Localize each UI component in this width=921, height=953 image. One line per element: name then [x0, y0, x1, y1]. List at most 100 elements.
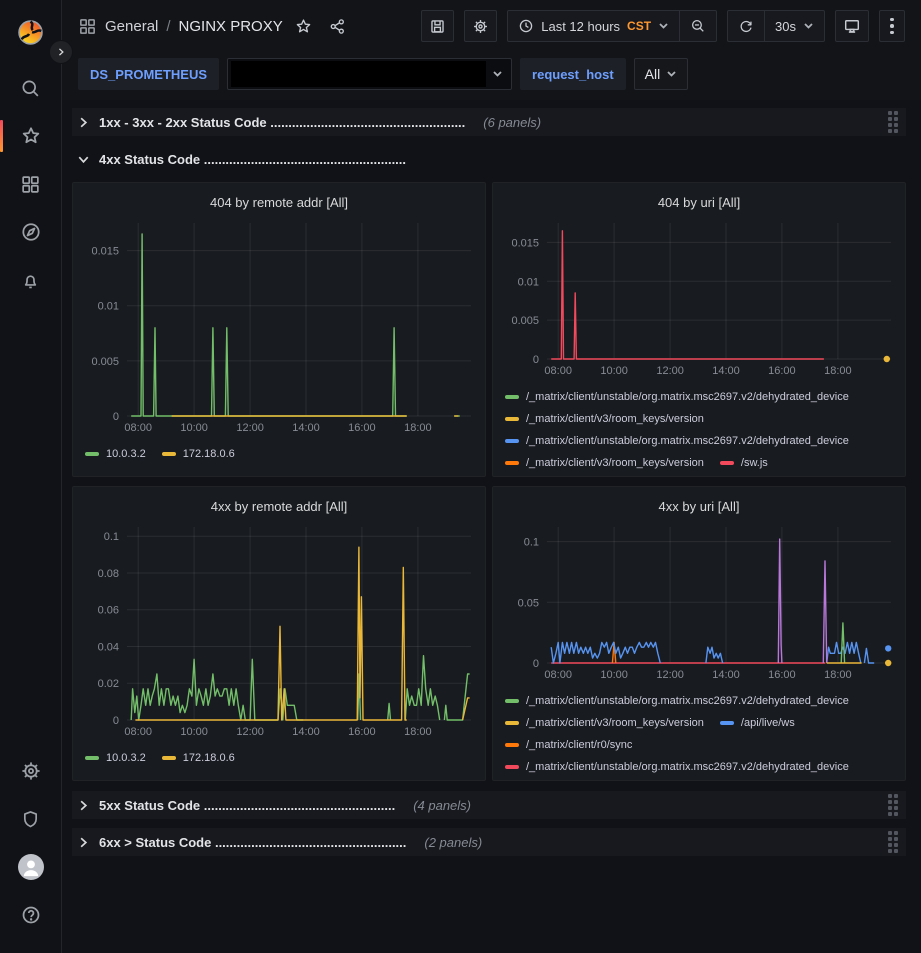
share-button[interactable]: [325, 13, 351, 39]
breadcrumb-section[interactable]: General: [105, 18, 158, 35]
legend-swatch: [505, 395, 519, 399]
row-drag-handle[interactable]: [888, 794, 898, 816]
variable-value-request-host: All: [645, 66, 661, 82]
sidebar-item-search[interactable]: [11, 68, 51, 108]
grafana-logo[interactable]: [11, 12, 51, 52]
row-title: 6xx > Status Code ......................…: [99, 835, 406, 850]
grafana-logo-icon: [17, 19, 44, 46]
legend-label: /sw.js: [741, 457, 768, 469]
legend-item[interactable]: 10.0.3.2: [85, 443, 146, 465]
legend-item[interactable]: /_matrix/client/unstable/org.matrix.msc2…: [505, 386, 849, 408]
sidebar-item-starred[interactable]: [11, 116, 51, 156]
row-drag-handle[interactable]: [888, 831, 898, 853]
panel-4xx-by-remote-addr: 4xx by remote addr [All] 08:0010:0012:00…: [72, 486, 486, 781]
save-dashboard-button[interactable]: [421, 10, 454, 42]
svg-text:10:00: 10:00: [600, 365, 628, 377]
svg-text:16:00: 16:00: [348, 422, 376, 434]
row-panel-count: (4 panels): [413, 798, 471, 813]
refresh-icon: [738, 18, 754, 34]
help-icon: [20, 904, 42, 926]
legend-item[interactable]: /_matrix/client/v3/room_keys/version: [505, 712, 704, 734]
sidebar-item-server-admin[interactable]: [11, 799, 51, 839]
legend-item[interactable]: 172.18.0.6: [162, 443, 235, 465]
sidebar-item-profile[interactable]: [11, 847, 51, 887]
time-range-picker[interactable]: Last 12 hours CST: [508, 11, 679, 41]
legend-item[interactable]: /api/live/ws: [720, 712, 795, 734]
sidebar-item-dashboards[interactable]: [11, 164, 51, 204]
row-header-1xx-3xx-2xx[interactable]: 1xx - 3xx - 2xx Status Code ............…: [72, 108, 906, 136]
sidebar-expand-button[interactable]: [49, 40, 73, 64]
row-header-6xx[interactable]: 6xx > Status Code ......................…: [72, 828, 906, 856]
apps-grid-icon: [78, 17, 97, 36]
grafana-app: General / NGINX PROXY: [0, 0, 921, 953]
svg-text:12:00: 12:00: [236, 726, 264, 738]
row-header-5xx[interactable]: 5xx Status Code ........................…: [72, 791, 906, 819]
timeseries-plot[interactable]: 08:0010:0012:0014:0016:0018:0000.020.040…: [81, 519, 479, 740]
more-options-button[interactable]: [879, 10, 905, 42]
svg-text:0: 0: [113, 411, 119, 423]
chevron-down-icon: [76, 152, 91, 167]
variable-label-ds-prometheus[interactable]: DS_PROMETHEUS: [78, 58, 219, 90]
sidebar-item-alerting[interactable]: [11, 260, 51, 300]
svg-text:16:00: 16:00: [768, 669, 796, 681]
legend-swatch: [505, 417, 519, 421]
timeseries-plot[interactable]: 08:0010:0012:0014:0016:0018:0000.0050.01…: [81, 215, 479, 436]
legend-item[interactable]: /_matrix/client/unstable/org.matrix.msc2…: [505, 690, 849, 712]
svg-text:10:00: 10:00: [180, 422, 208, 434]
gear-icon: [20, 760, 42, 782]
svg-text:14:00: 14:00: [712, 365, 740, 377]
svg-text:0.015: 0.015: [91, 246, 119, 258]
favorite-star-button[interactable]: [291, 13, 317, 39]
legend-swatch: [720, 721, 734, 725]
legend-item[interactable]: /_matrix/client/v3/room_keys/version: [505, 408, 704, 430]
legend-label: /_matrix/client/r0/sync: [526, 739, 632, 751]
sidebar-item-help[interactable]: [11, 895, 51, 935]
row-header-4xx[interactable]: 4xx Status Code ........................…: [72, 145, 906, 173]
panel-title[interactable]: 404 by uri [All]: [501, 189, 897, 215]
row-title: 4xx Status Code ........................…: [99, 152, 406, 167]
svg-text:0.01: 0.01: [518, 276, 539, 288]
variable-label-request-host[interactable]: request_host: [520, 58, 626, 90]
timeseries-plot[interactable]: 08:0010:0012:0014:0016:0018:0000.0050.01…: [501, 215, 899, 379]
monitor-icon: [843, 17, 861, 35]
panel-title[interactable]: 404 by remote addr [All]: [81, 189, 477, 215]
svg-text:10:00: 10:00: [180, 726, 208, 738]
svg-text:0: 0: [533, 658, 539, 670]
legend-item[interactable]: /_matrix/client/unstable/org.matrix.msc2…: [505, 756, 849, 775]
dashboard-settings-button[interactable]: [464, 10, 497, 42]
kiosk-mode-button[interactable]: [835, 10, 869, 42]
row-drag-handle[interactable]: [888, 111, 898, 133]
breadcrumb-separator: /: [166, 18, 170, 35]
caret-down-icon: [490, 65, 511, 83]
legend-swatch: [162, 452, 176, 456]
svg-text:16:00: 16:00: [348, 726, 376, 738]
legend-item[interactable]: /_matrix/client/unstable/org.matrix.msc2…: [505, 430, 849, 452]
panel-title[interactable]: 4xx by uri [All]: [501, 493, 897, 519]
timeseries-plot[interactable]: 08:0010:0012:0014:0016:0018:0000.050.1: [501, 519, 899, 683]
zoom-out-time-button[interactable]: [679, 11, 716, 41]
legend-swatch: [162, 756, 176, 760]
variables-bar: DS_PROMETHEUS request_host All: [62, 52, 921, 100]
legend-item[interactable]: 10.0.3.2: [85, 747, 146, 769]
sidebar-item-configuration[interactable]: [11, 751, 51, 791]
legend-item[interactable]: /_matrix/client/r0/sync: [505, 734, 632, 756]
legend-swatch: [505, 439, 519, 443]
legend-swatch: [505, 743, 519, 747]
refresh-button[interactable]: [728, 11, 764, 41]
refresh-interval-picker[interactable]: 30s: [764, 11, 824, 41]
search-icon: [20, 78, 41, 99]
sidebar-item-explore[interactable]: [11, 212, 51, 252]
panel-title[interactable]: 4xx by remote addr [All]: [81, 493, 477, 519]
variable-select-request-host[interactable]: All: [634, 58, 689, 90]
chevron-right-icon: [56, 47, 66, 57]
legend-label: /_matrix/client/unstable/org.matrix.msc2…: [526, 435, 849, 447]
svg-text:0.08: 0.08: [98, 568, 119, 580]
legend-item[interactable]: /_matrix/client/v3/room_keys/version: [505, 452, 704, 471]
legend-swatch: [505, 699, 519, 703]
dashboard-title[interactable]: NGINX PROXY: [179, 18, 283, 35]
legend-item[interactable]: /sw.js: [720, 452, 768, 471]
clock-icon: [518, 18, 534, 34]
variable-select-ds-prometheus[interactable]: [227, 58, 512, 90]
legend-label: 172.18.0.6: [183, 752, 235, 764]
legend-item[interactable]: 172.18.0.6: [162, 747, 235, 769]
